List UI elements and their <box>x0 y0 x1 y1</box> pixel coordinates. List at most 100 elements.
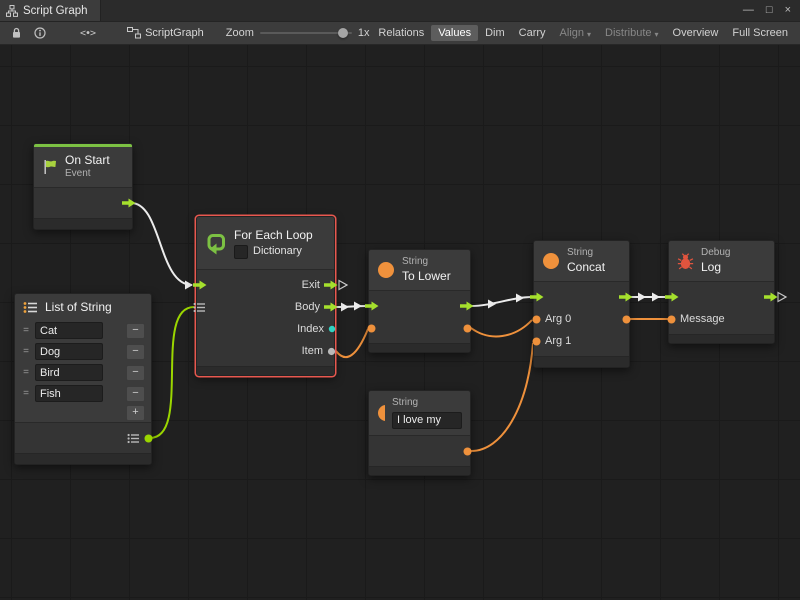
arg1-input-port[interactable] <box>532 337 541 346</box>
list-item-input[interactable] <box>35 343 103 360</box>
distribute-button[interactable]: Distribute ▾ <box>598 25 665 41</box>
remove-item-button[interactable]: − <box>126 365 145 381</box>
title-bar: Script Graph — □ × <box>0 0 800 22</box>
exit-output-port[interactable] <box>324 280 338 290</box>
flag-icon <box>42 159 58 175</box>
list-input-port[interactable] <box>193 302 206 313</box>
node-header[interactable]: On Start Event <box>34 147 132 187</box>
add-item-button[interactable]: + <box>126 405 145 421</box>
string-output-port[interactable] <box>463 324 472 333</box>
node-type-label: Debug <box>701 247 730 260</box>
zoom-slider-handle[interactable] <box>338 28 348 38</box>
maximize-button[interactable]: □ <box>766 5 773 16</box>
loop-icon <box>205 232 227 255</box>
node-header[interactable]: For Each Loop Dictionary <box>197 217 334 269</box>
node-footer <box>369 466 470 475</box>
result-output-port[interactable] <box>622 315 631 324</box>
node-footer <box>534 356 629 367</box>
item-output-port[interactable] <box>327 347 336 356</box>
control-input-port[interactable] <box>530 292 544 302</box>
node-footer <box>369 343 470 352</box>
index-output-port[interactable] <box>328 325 336 333</box>
remove-item-button[interactable]: − <box>126 386 145 402</box>
control-input-port[interactable] <box>193 280 207 290</box>
string-output-port[interactable] <box>463 447 472 456</box>
control-output-port[interactable] <box>764 292 778 302</box>
graph-name-label: ScriptGraph <box>145 27 204 39</box>
list-row: = − <box>15 320 151 341</box>
control-input-port[interactable] <box>665 292 679 302</box>
string-input-port[interactable] <box>367 324 376 333</box>
info-icon[interactable] <box>28 22 52 44</box>
script-graph-asset-icon <box>127 27 141 39</box>
carry-button[interactable]: Carry <box>512 25 553 41</box>
port-label-body: Body <box>295 301 320 313</box>
edit-code-icon[interactable]: <∙> <box>74 22 101 44</box>
message-input-port[interactable] <box>667 315 676 324</box>
dictionary-label: Dictionary <box>253 245 302 259</box>
node-header[interactable]: List of String <box>15 294 151 320</box>
node-list-of-string[interactable]: List of String = − = − = − = − + <box>14 293 152 465</box>
body-output-port[interactable] <box>324 302 338 312</box>
list-row: = − <box>15 341 151 362</box>
list-output-port[interactable] <box>144 434 153 443</box>
list-item-input[interactable] <box>35 364 103 381</box>
drag-handle-icon[interactable]: = <box>21 346 31 357</box>
node-on-start[interactable]: On Start Event <box>33 143 133 230</box>
node-to-lower[interactable]: String To Lower <box>368 249 471 353</box>
zoom-slider[interactable] <box>260 27 352 39</box>
list-item-input[interactable] <box>35 385 103 402</box>
graph-breadcrumb[interactable]: ScriptGraph <box>127 27 204 39</box>
dim-button[interactable]: Dim <box>478 25 512 41</box>
list-row: = − <box>15 362 151 383</box>
port-label-message: Message <box>680 313 725 325</box>
node-title: Log <box>701 260 730 275</box>
node-header[interactable]: String <box>369 391 470 435</box>
bug-icon <box>677 253 694 270</box>
node-concat[interactable]: String Concat Arg 0 <box>533 240 630 368</box>
remove-item-button[interactable]: − <box>126 344 145 360</box>
close-button[interactable]: × <box>785 5 791 16</box>
drag-handle-icon[interactable]: = <box>21 388 31 399</box>
overview-button[interactable]: Overview <box>666 25 726 41</box>
zoom-control: Zoom 1x <box>226 27 370 39</box>
remove-item-button[interactable]: − <box>126 323 145 339</box>
string-icon <box>377 404 385 422</box>
control-output-port[interactable] <box>619 292 633 302</box>
tab-title: Script Graph <box>23 5 88 17</box>
relations-button[interactable]: Relations <box>371 25 431 41</box>
node-header[interactable]: String To Lower <box>369 250 470 290</box>
window-controls: — □ × <box>743 5 800 16</box>
lock-icon[interactable] <box>5 22 28 44</box>
control-output-port[interactable] <box>460 301 474 311</box>
list-icon <box>23 301 38 314</box>
wire-body-tolower[interactable] <box>336 306 368 307</box>
control-input-port[interactable] <box>365 301 379 311</box>
zoom-label: Zoom <box>226 27 254 39</box>
drag-handle-icon[interactable]: = <box>21 325 31 336</box>
tab-script-graph[interactable]: Script Graph <box>0 0 101 21</box>
node-string-literal[interactable]: String <box>368 390 471 476</box>
minimize-button[interactable]: — <box>743 5 754 16</box>
port-label-arg1: Arg 1 <box>545 335 571 347</box>
string-value-input[interactable] <box>392 412 462 429</box>
list-item-input[interactable] <box>35 322 103 339</box>
dictionary-checkbox[interactable] <box>234 245 248 259</box>
port-label-arg0: Arg 0 <box>545 313 571 325</box>
chevron-down-icon: ▾ <box>655 30 659 39</box>
node-header[interactable]: Debug Log <box>669 241 774 281</box>
node-debug-log[interactable]: Debug Log Message <box>668 240 775 344</box>
align-button[interactable]: Align ▾ <box>553 25 598 41</box>
list-icon <box>127 433 140 444</box>
fullscreen-button[interactable]: Full Screen <box>725 25 795 41</box>
arg0-input-port[interactable] <box>532 315 541 324</box>
node-title: For Each Loop <box>234 228 313 243</box>
toolbar-buttons: Relations Values Dim Carry Align ▾ Distr… <box>371 22 795 44</box>
drag-handle-icon[interactable]: = <box>21 367 31 378</box>
control-output-port[interactable] <box>122 198 136 208</box>
node-title: Concat <box>567 260 605 275</box>
node-subtitle: Event <box>65 168 110 181</box>
values-button[interactable]: Values <box>431 25 478 41</box>
node-for-each-loop[interactable]: For Each Loop Dictionary Exit <box>196 216 335 376</box>
node-header[interactable]: String Concat <box>534 241 629 281</box>
